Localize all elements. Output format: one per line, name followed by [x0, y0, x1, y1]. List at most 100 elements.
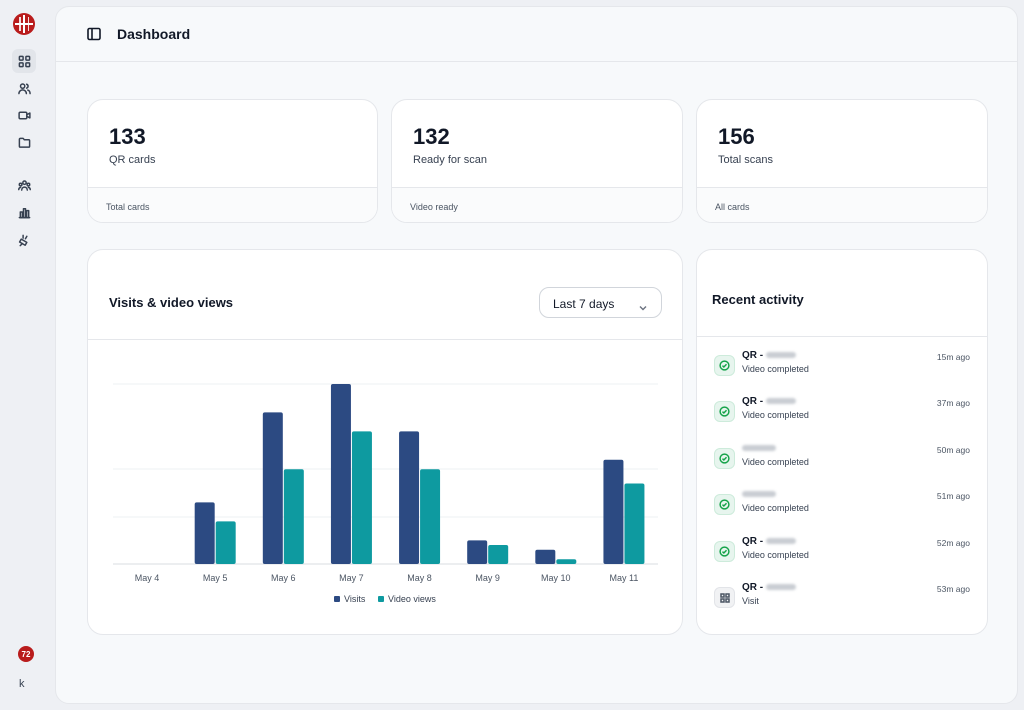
sidebar-item-videos[interactable]: [12, 103, 36, 127]
activity-item[interactable]: QR - Video completed 52m ago: [697, 536, 987, 576]
sidebar-item-integrations[interactable]: [12, 228, 36, 252]
video-icon: [17, 111, 31, 119]
activity-status: Video completed: [742, 410, 809, 420]
sidebar-item-team[interactable]: [12, 173, 36, 197]
chart-bar-visits[interactable]: [262, 412, 283, 564]
recent-activity-card: Recent activity QR - Video completed 15m a…: [696, 249, 988, 635]
sidebar-item-users[interactable]: [12, 76, 36, 100]
chart-x-tick-label: May 9: [475, 573, 500, 583]
sidebar-item-analytics[interactable]: [12, 200, 36, 224]
activity-divider: [697, 336, 987, 337]
chart-bar-video-views[interactable]: [624, 483, 645, 564]
stat-footer-text: All cards: [715, 202, 750, 212]
chart-bar-video-views[interactable]: [351, 431, 372, 564]
stat-label: QR cards: [109, 154, 156, 166]
activity-name-prefix: QR -: [742, 582, 764, 593]
activity-time: 53m ago: [936, 584, 970, 594]
activity-item[interactable]: QR - Video completed 15m ago: [697, 350, 987, 390]
stat-label: Ready for scan: [413, 154, 487, 166]
stat-footer-text: Total cards: [106, 202, 150, 212]
legend-swatch: [378, 596, 384, 602]
user-avatar[interactable]: k: [19, 678, 25, 690]
stat-card-qr-cards: 133 QR cards Total cards: [87, 99, 378, 223]
chart-bar-video-views[interactable]: [420, 469, 441, 564]
activity-time: 50m ago: [936, 445, 970, 455]
chart-bar-video-views[interactable]: [215, 521, 236, 564]
sidebar-item-folders[interactable]: [12, 130, 36, 154]
activity-title: Recent activity: [712, 292, 804, 307]
activity-item[interactable]: Video completed 51m ago: [697, 489, 987, 529]
check-circle-icon: [714, 541, 735, 562]
activity-status: Video completed: [742, 457, 809, 467]
chart-bar-video-views[interactable]: [556, 559, 577, 564]
activity-status: Video completed: [742, 550, 809, 560]
activity-name-prefix: QR -: [742, 350, 764, 361]
chart-bar-visits[interactable]: [330, 384, 351, 564]
grid-icon: [18, 55, 30, 67]
activity-name: [742, 489, 776, 500]
redacted-name: [742, 445, 776, 452]
redacted-name: [766, 538, 797, 545]
stat-footer-text: Video ready: [410, 202, 458, 212]
visits-chart-card: Visits & video views Last 7 days May 4 Ma…: [87, 249, 683, 635]
chart-x-tick-label: May 7: [339, 573, 364, 583]
activity-status: Video completed: [742, 364, 809, 374]
bar-chart-icon: [18, 207, 30, 218]
check-circle-icon: [714, 401, 735, 422]
notification-badge[interactable]: 72: [18, 646, 34, 662]
sidebar-toggle-button[interactable]: [87, 27, 101, 41]
qr-code-icon: [714, 587, 735, 608]
activity-time: 37m ago: [936, 398, 970, 408]
chart-bar-visits[interactable]: [535, 549, 556, 564]
legend-label: Visits: [344, 594, 366, 604]
stat-label: Total scans: [718, 154, 774, 166]
stat-value: 132: [413, 124, 450, 149]
activity-time: 51m ago: [936, 491, 970, 501]
stat-value: 156: [718, 124, 755, 149]
activity-name: QR -: [742, 582, 797, 593]
users-icon: [17, 82, 31, 94]
chart-x-tick-label: May 8: [407, 573, 432, 583]
stat-footer: Total cards: [88, 187, 377, 222]
stat-card-ready-for-scan: 132 Ready for scan Video ready: [391, 99, 683, 223]
sidebar-item-dashboard[interactable]: [12, 49, 36, 73]
activity-name: QR -: [742, 350, 797, 361]
sidebar: 72 k: [0, 0, 50, 710]
sidebar-panel-icon: [87, 27, 101, 41]
team-icon: [17, 179, 31, 191]
redacted-name: [766, 352, 797, 359]
activity-item[interactable]: QR - Video completed 37m ago: [697, 396, 987, 436]
chart-bar-visits[interactable]: [194, 502, 215, 564]
check-circle-icon: [714, 355, 735, 376]
chart-bar-visits[interactable]: [603, 459, 624, 564]
activity-name: [742, 443, 776, 454]
chart-bar-visits[interactable]: [467, 540, 488, 564]
plug-icon: [18, 234, 28, 246]
stat-value: 133: [109, 124, 146, 149]
stat-footer: All cards: [697, 187, 987, 222]
activity-name: QR -: [742, 536, 797, 547]
brand-logo-icon[interactable]: [13, 13, 35, 35]
check-circle-icon: [714, 448, 735, 469]
legend-swatch: [334, 596, 340, 602]
activity-item[interactable]: Video completed 50m ago: [697, 443, 987, 483]
chart-x-tick-label: May 4: [135, 573, 160, 583]
stat-card-total-scans: 156 Total scans All cards: [696, 99, 988, 223]
chart-bar-visits[interactable]: [399, 431, 420, 564]
top-bar: Dashboard: [56, 7, 1017, 62]
activity-name: QR -: [742, 396, 797, 407]
activity-status: Visit: [742, 596, 759, 606]
chart-x-tick-label: May 11: [610, 573, 639, 583]
check-circle-icon: [714, 494, 735, 515]
chart-x-tick-label: May 6: [271, 573, 296, 583]
redacted-name: [766, 584, 797, 591]
bar-chart: May 4 May 5 May 6 May 7 May 8 May 9 May 10 May …: [113, 383, 658, 604]
activity-name-prefix: QR -: [742, 536, 764, 547]
legend-label: Video views: [388, 594, 436, 604]
redacted-name: [766, 398, 797, 405]
chart-bar-video-views[interactable]: [488, 545, 509, 564]
folder-icon: [18, 137, 30, 148]
activity-item[interactable]: QR - Visit 53m ago: [697, 582, 987, 622]
chart-bar-video-views[interactable]: [283, 469, 304, 564]
activity-time: 52m ago: [936, 538, 970, 548]
